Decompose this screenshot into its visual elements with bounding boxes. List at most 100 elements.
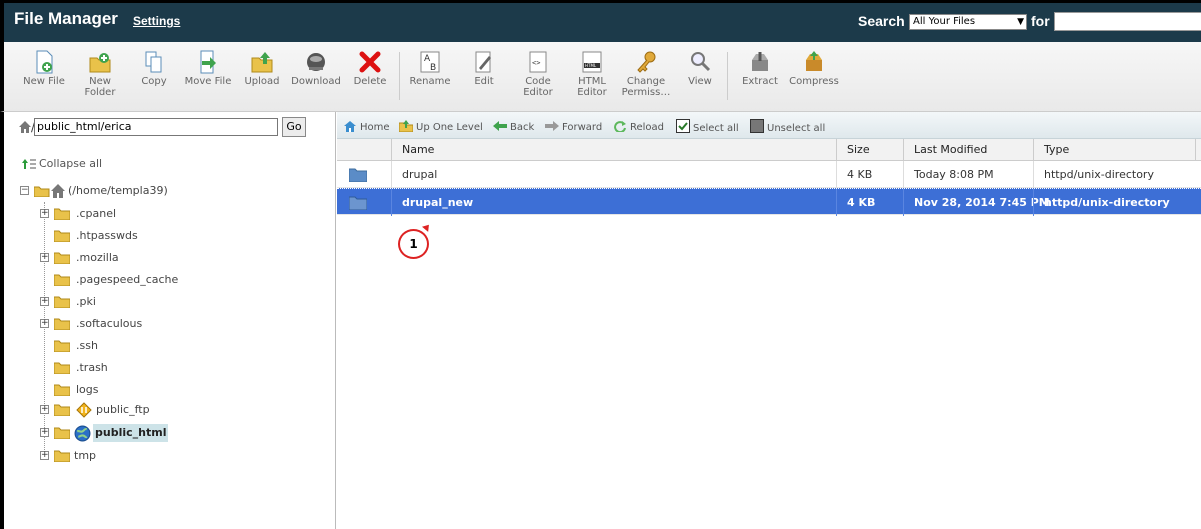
- grid-header: Name Size Last Modified Type: [337, 139, 1201, 161]
- tree-item-label: .pagespeed_cache: [76, 273, 179, 286]
- tree-item-label: logs: [76, 383, 99, 396]
- settings-link[interactable]: Settings: [133, 14, 180, 28]
- code-editor-button[interactable]: <> Code Editor: [510, 50, 566, 98]
- tree-item-label: .cpanel: [76, 207, 117, 220]
- download-icon: [307, 53, 325, 71]
- forward-arrow-icon: [545, 121, 559, 131]
- column-header-icon: [337, 139, 391, 161]
- table-row-selected[interactable]: drupal_new 4 KB Nov 28, 2014 7:45 PM htt…: [337, 188, 1201, 216]
- expand-toggle[interactable]: +: [40, 428, 49, 437]
- folder-icon: [54, 318, 70, 330]
- new-folder-icon: [89, 53, 111, 73]
- reload-label: Reload: [630, 122, 665, 133]
- column-header-size[interactable]: Size: [836, 139, 903, 161]
- edit-icon: [475, 51, 491, 73]
- tree-item-label: public_html: [93, 424, 169, 442]
- cell-type: httpd/unix-directory: [1033, 161, 1195, 188]
- toolbar-divider: [727, 52, 728, 100]
- compress-button[interactable]: Compress: [786, 50, 842, 87]
- reload-button[interactable]: Reload: [613, 120, 664, 133]
- search-input[interactable]: [1054, 12, 1201, 31]
- column-header-last-modified[interactable]: Last Modified: [903, 139, 1033, 161]
- copy-button[interactable]: Copy: [126, 50, 182, 87]
- nav-bar: Home Up One Level Back Forward Reload Se…: [337, 112, 1201, 139]
- expand-toggle[interactable]: +: [40, 297, 49, 306]
- move-file-button[interactable]: Move File: [180, 50, 236, 87]
- collapse-all-button[interactable]: Collapse all: [22, 157, 102, 170]
- view-button[interactable]: View: [672, 50, 728, 87]
- go-button[interactable]: Go: [282, 117, 306, 137]
- tree-guide-line: [44, 202, 45, 456]
- column-header-extra: [1195, 139, 1201, 161]
- unselect-all-label: Unselect all: [767, 123, 826, 134]
- step-callout: 1: [398, 229, 429, 259]
- globe-icon: [74, 425, 91, 442]
- delete-icon: [359, 51, 381, 73]
- folder-icon: [54, 362, 70, 374]
- tree-item-label: public_ftp: [96, 403, 150, 416]
- expand-toggle[interactable]: +: [40, 451, 49, 460]
- checkbox-empty-icon: [750, 119, 764, 133]
- folder-icon: [54, 427, 70, 439]
- expand-toggle[interactable]: +: [40, 209, 49, 218]
- up-one-level-button[interactable]: Up One Level: [399, 120, 483, 133]
- new-file-button[interactable]: New File: [16, 50, 72, 87]
- copy-icon: [145, 51, 162, 73]
- back-arrow-icon: [493, 121, 507, 131]
- upload-button[interactable]: Upload: [234, 50, 290, 87]
- html-editor-label: HTML Editor: [577, 76, 607, 98]
- column-header-type[interactable]: Type: [1033, 139, 1195, 161]
- folder-icon: [349, 168, 367, 182]
- compress-icon: [806, 51, 822, 71]
- new-folder-label: New Folder: [84, 76, 116, 98]
- rename-button[interactable]: AB Rename: [402, 50, 458, 87]
- up-folder-icon: [399, 120, 413, 132]
- compress-label: Compress: [789, 76, 839, 87]
- change-permissions-button[interactable]: Change Permiss…: [618, 50, 674, 98]
- folder-icon: [54, 296, 70, 308]
- expand-toggle[interactable]: +: [40, 319, 49, 328]
- svg-text:HTML: HTML: [585, 63, 597, 68]
- reload-icon: [614, 121, 626, 132]
- code-editor-label: Code Editor: [523, 76, 553, 98]
- expand-toggle[interactable]: +: [40, 253, 49, 262]
- folder-icon: [54, 230, 70, 242]
- download-label: Download: [291, 76, 341, 87]
- tree-item-label: .htpasswds: [76, 229, 138, 242]
- extract-label: Extract: [742, 76, 778, 87]
- folder-icon: [54, 252, 70, 264]
- path-input[interactable]: public_html/erica: [34, 118, 278, 136]
- header-bar: File Manager Settings Search All Your Fi…: [0, 0, 1201, 42]
- column-header-name[interactable]: Name: [391, 139, 836, 161]
- html-editor-button[interactable]: HTML HTML Editor: [564, 50, 620, 98]
- home-nav-button[interactable]: Home: [343, 120, 390, 133]
- cell-modified: Today 8:08 PM: [903, 161, 1033, 188]
- home-icon: [51, 184, 65, 198]
- folder-tree-panel: / public_html/erica Go Collapse all − (/…: [0, 112, 336, 529]
- cell-type: httpd/unix-directory: [1033, 189, 1195, 216]
- extract-button[interactable]: Extract: [732, 50, 788, 87]
- forward-button[interactable]: Forward: [545, 120, 602, 133]
- select-all-label: Select all: [693, 123, 739, 134]
- select-all-button[interactable]: Select all: [676, 119, 739, 134]
- html-editor-icon: HTML: [582, 51, 602, 73]
- delete-button[interactable]: Delete: [342, 50, 398, 87]
- copy-label: Copy: [141, 76, 167, 87]
- upload-label: Upload: [244, 76, 280, 87]
- tree-item-label: .ssh: [76, 339, 98, 352]
- home-icon: [344, 121, 356, 132]
- tree-item-label: .mozilla: [76, 251, 119, 264]
- change-permissions-label: Change Permiss…: [621, 76, 671, 98]
- delete-label: Delete: [353, 76, 387, 87]
- collapse-toggle[interactable]: −: [20, 186, 29, 195]
- unselect-all-button[interactable]: Unselect all: [750, 119, 825, 134]
- back-button[interactable]: Back: [493, 120, 534, 133]
- search-scope-select[interactable]: All Your Files ▼: [909, 14, 1027, 30]
- download-button[interactable]: Download: [288, 50, 344, 87]
- cell-size: 4 KB: [836, 161, 903, 188]
- tree-item-label: tmp: [74, 449, 97, 462]
- new-folder-button[interactable]: New Folder: [72, 50, 128, 98]
- table-row[interactable]: drupal 4 KB Today 8:08 PM httpd/unix-dir…: [337, 161, 1201, 188]
- expand-toggle[interactable]: +: [40, 405, 49, 414]
- edit-button[interactable]: Edit: [456, 50, 512, 87]
